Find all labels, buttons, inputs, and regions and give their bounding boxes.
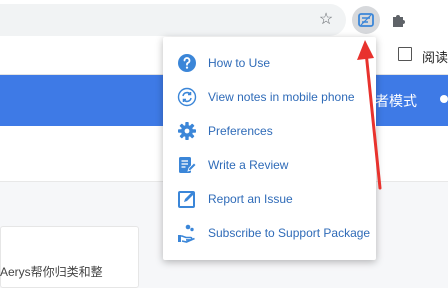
- menu-item-label: Subscribe to Support Package: [208, 226, 371, 240]
- menu-item-subscribe-support[interactable]: Subscribe to Support Package: [163, 217, 376, 251]
- address-bar[interactable]: [0, 4, 346, 36]
- extensions-puzzle-button[interactable]: [385, 6, 413, 34]
- menu-item-report-issue[interactable]: Report an Issue: [163, 183, 376, 217]
- annotation-arrow: [357, 40, 382, 190]
- menu-item-view-notes-mobile[interactable]: View notes in mobile phone: [163, 81, 376, 115]
- sync-icon: [177, 87, 197, 107]
- extension-menu: How to Use View notes in mobile phone Pr…: [163, 37, 376, 260]
- menu-item-label: Preferences: [208, 124, 273, 138]
- extensions-puzzle-icon: [393, 15, 405, 27]
- gear-icon: [178, 122, 196, 140]
- menu-item-how-to-use[interactable]: How to Use: [163, 47, 376, 81]
- menu-item-label: Write a Review: [208, 158, 289, 172]
- menu-item-write-review[interactable]: Write a Review: [163, 149, 376, 183]
- card-text: Aerys帮你归类和整: [0, 265, 103, 279]
- bookmark-star-icon[interactable]: ☆: [316, 8, 336, 32]
- help-question-icon: [178, 54, 196, 72]
- reader-label: 阅读: [422, 50, 448, 65]
- extension-notes-icon: [358, 13, 374, 27]
- toggle-dot: [440, 95, 448, 103]
- menu-item-label: View notes in mobile phone: [208, 90, 355, 104]
- menu-item-label: Report an Issue: [208, 192, 293, 206]
- support-hand-icon: [178, 224, 195, 243]
- reader-icon: [398, 47, 412, 61]
- report-edit-icon: [178, 191, 195, 208]
- menu-item-label: How to Use: [208, 56, 271, 70]
- menu-item-preferences[interactable]: Preferences: [163, 115, 376, 149]
- extension-button[interactable]: [352, 6, 380, 34]
- review-edit-icon: [179, 157, 197, 173]
